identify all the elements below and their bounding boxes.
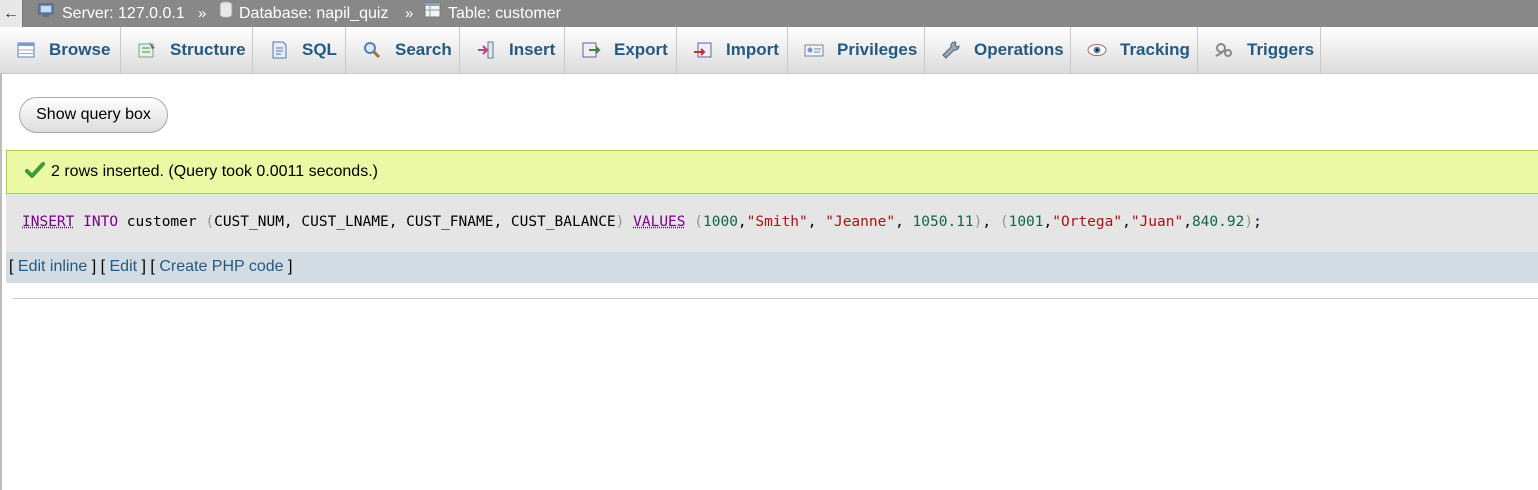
structure-icon: [137, 40, 157, 60]
database-icon: [219, 0, 233, 27]
breadcrumb-table[interactable]: Table: customer: [424, 0, 561, 27]
tab-privileges[interactable]: Privileges: [788, 27, 925, 73]
success-message: 2 rows inserted. (Query took 0.0011 seco…: [6, 150, 1538, 194]
back-arrow-icon[interactable]: ←: [0, 0, 23, 27]
tab-search[interactable]: Search: [346, 27, 460, 73]
tab-insert-label: Insert: [509, 40, 556, 59]
sql-table-name: customer: [126, 214, 197, 230]
operations-icon: [941, 40, 961, 60]
edit-inline-link[interactable]: Edit inline: [18, 258, 87, 275]
tab-tracking-label: Tracking: [1120, 40, 1190, 59]
sql-query-display: INSERT INTO customer (CUST_NUM, CUST_LNA…: [6, 194, 1538, 252]
sql-icon: [269, 40, 289, 60]
tab-browse[interactable]: Browse: [0, 27, 121, 73]
tab-insert[interactable]: Insert: [460, 27, 565, 73]
tab-operations-label: Operations: [974, 40, 1064, 59]
sql-value: 1050.11: [912, 214, 974, 230]
sql-value: "Jeanne": [825, 214, 896, 230]
checkmark-icon: [25, 161, 45, 184]
browse-icon: [16, 40, 36, 60]
show-query-box-button[interactable]: Show query box: [19, 97, 168, 133]
sql-value: 1000: [703, 214, 738, 230]
import-icon: [693, 40, 713, 60]
query-actions: [ Edit inline ] [ Edit ] [ Create PHP co…: [6, 252, 1538, 283]
sql-columns: CUST_NUM, CUST_LNAME, CUST_FNAME, CUST_B…: [214, 214, 616, 230]
server-icon: [38, 0, 56, 27]
tab-export[interactable]: Export: [565, 27, 677, 73]
tracking-icon: [1087, 40, 1107, 60]
tab-export-label: Export: [614, 40, 668, 59]
sql-keyword-values[interactable]: VALUES: [633, 214, 685, 230]
sql-paren: ): [615, 214, 625, 230]
tab-triggers-label: Triggers: [1247, 40, 1315, 59]
tab-sql[interactable]: SQL: [253, 27, 346, 73]
sql-paren: (: [205, 214, 215, 230]
tab-sql-label: SQL: [302, 40, 337, 59]
tab-triggers[interactable]: Triggers: [1198, 27, 1321, 73]
tab-operations[interactable]: Operations: [925, 27, 1071, 73]
breadcrumb-database-label: Database: napil_quiz: [239, 5, 389, 22]
success-message-text: 2 rows inserted. (Query took 0.0011 seco…: [51, 163, 378, 180]
search-icon: [362, 40, 382, 60]
tab-import-label: Import: [726, 40, 779, 59]
sql-value: "Ortega": [1052, 214, 1123, 230]
export-icon: [581, 40, 601, 60]
privileges-icon: [804, 40, 824, 60]
sql-value: 840.92: [1191, 214, 1245, 230]
breadcrumb-database[interactable]: Database: napil_quiz: [219, 0, 388, 27]
sql-value: 1001: [1008, 214, 1044, 230]
triggers-icon: [1214, 40, 1234, 60]
tab-browse-label: Browse: [49, 40, 111, 59]
tab-bar: Browse Structure SQL Search Insert Expor…: [0, 27, 1538, 74]
breadcrumb-bar: ← Server: 127.0.0.1 » Database: napil_qu…: [0, 0, 1538, 27]
insert-icon: [476, 40, 496, 60]
divider: [13, 298, 1538, 299]
sql-code: INSERT INTO customer (CUST_NUM, CUST_LNA…: [22, 214, 1262, 230]
breadcrumb-separator: »: [405, 5, 414, 22]
breadcrumb-server[interactable]: Server: 127.0.0.1: [38, 0, 185, 27]
tab-structure-label: Structure: [170, 40, 246, 59]
table-icon: [424, 0, 442, 27]
edit-link[interactable]: Edit: [110, 258, 138, 275]
tab-structure[interactable]: Structure: [121, 27, 253, 73]
breadcrumb-table-label: Table: customer: [448, 5, 561, 22]
create-php-code-link[interactable]: Create PHP code: [159, 258, 283, 275]
breadcrumb-separator: »: [198, 5, 207, 22]
tab-tracking[interactable]: Tracking: [1071, 27, 1198, 73]
sql-value: "Smith": [746, 214, 808, 230]
tab-import[interactable]: Import: [677, 27, 788, 73]
sql-keyword-into: INTO: [83, 214, 119, 230]
sql-keyword-insert[interactable]: INSERT: [22, 214, 74, 230]
tab-privileges-label: Privileges: [837, 40, 918, 59]
left-border: [0, 73, 2, 490]
tab-search-label: Search: [395, 40, 452, 59]
sql-value: "Juan": [1130, 214, 1184, 230]
breadcrumb-server-label: Server: 127.0.0.1: [62, 5, 185, 22]
